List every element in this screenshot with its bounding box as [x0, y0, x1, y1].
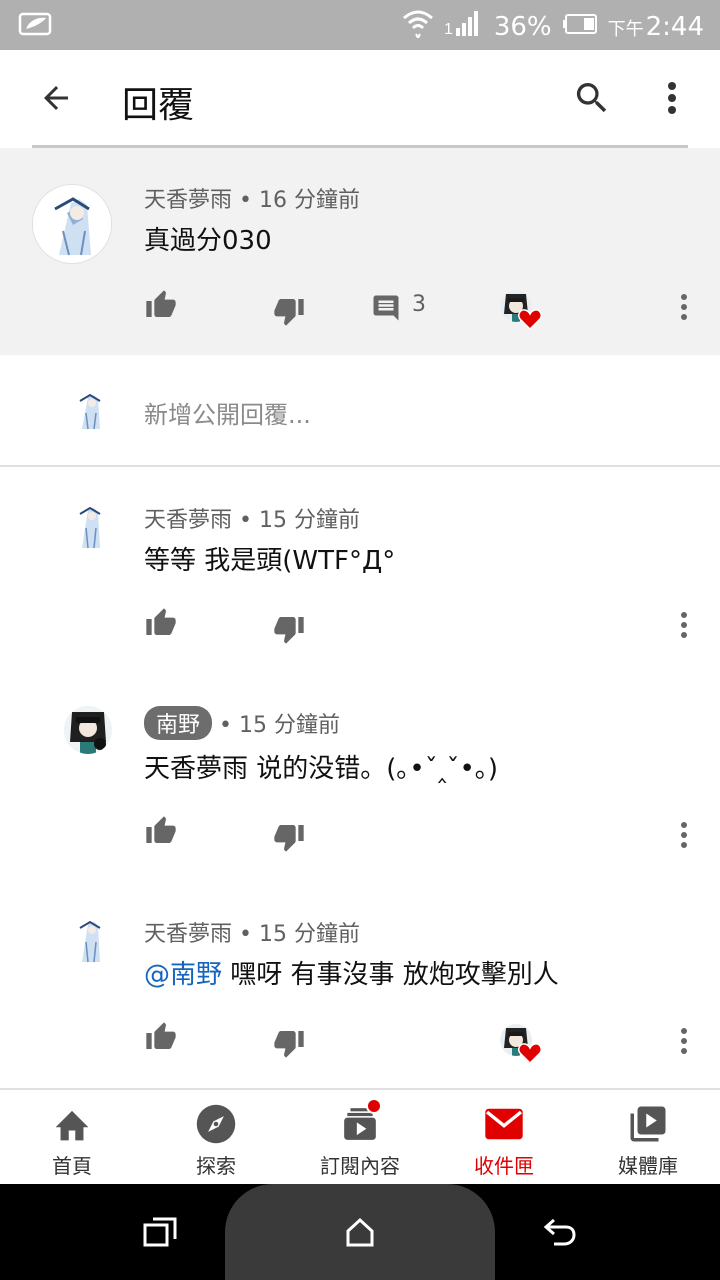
more-options-button[interactable] [648, 72, 696, 124]
recent-apps-icon [143, 1217, 177, 1247]
notification-icon [18, 11, 54, 41]
comment-time: 15 分鐘前 [258, 508, 360, 533]
battery-percent: 36% [493, 11, 552, 42]
explore-icon [191, 1102, 241, 1146]
system-navigation-bar [0, 1184, 720, 1280]
notification-dot [366, 1098, 382, 1114]
wifi-icon [402, 8, 434, 45]
home-icon [47, 1102, 97, 1146]
comment-icon [373, 295, 399, 321]
status-bar: 1 36% 下午2:44 [0, 0, 720, 50]
nav-inbox[interactable]: 收件匣 [432, 1090, 576, 1186]
search-button[interactable] [566, 72, 618, 124]
parent-comment: 天香夢雨 • 16 分鐘前 真過分030 3 [0, 148, 720, 355]
comment-author[interactable]: 天香夢雨 [144, 922, 232, 947]
anime-avatar-icon [79, 920, 101, 963]
heart-icon [518, 308, 542, 330]
more-vert-icon [681, 294, 687, 320]
dislike-button[interactable] [272, 1026, 306, 1060]
reply-input[interactable]: 新增公開回覆... [144, 395, 311, 430]
bottom-navigation: 首頁 探索 訂閱內容 收件匣 媒體庫 [0, 1088, 720, 1184]
dislike-button[interactable] [272, 820, 306, 854]
like-button[interactable] [144, 1020, 178, 1054]
search-icon [576, 83, 607, 113]
like-button[interactable] [144, 288, 178, 322]
comment-menu-button[interactable] [674, 610, 694, 640]
page-title: 回覆 [122, 85, 195, 126]
svg-text:1: 1 [444, 21, 453, 38]
divider [0, 465, 720, 467]
comment-text: 天香夢雨 说的没错。(｡•ˇ‸ˇ•｡) [144, 754, 499, 784]
battery-icon [562, 12, 598, 42]
more-vert-icon [681, 1028, 687, 1054]
avatar[interactable] [70, 914, 110, 966]
more-vert-icon [681, 822, 687, 848]
arrow-back-icon [44, 86, 68, 110]
like-button[interactable] [144, 606, 178, 640]
inbox-icon [479, 1102, 529, 1146]
comment-menu-button[interactable] [674, 820, 694, 850]
library-icon [623, 1102, 673, 1146]
thumb-up-icon [146, 1022, 176, 1049]
anime-avatar-icon [79, 393, 101, 430]
nav-home[interactable]: 首頁 [0, 1090, 144, 1186]
avatar[interactable] [64, 706, 112, 754]
anime-avatar-icon [79, 506, 101, 549]
heart-icon [518, 1042, 542, 1064]
dislike-button[interactable] [272, 294, 306, 328]
nav-library[interactable]: 媒體庫 [576, 1090, 720, 1186]
comment-time: 15 分鐘前 [258, 922, 360, 947]
comment-menu-button[interactable] [674, 1026, 694, 1056]
back-nav-button[interactable] [530, 1204, 590, 1260]
comment-time: 15 分鐘前 [238, 713, 340, 738]
comment-author[interactable]: 天香夢雨 [144, 188, 232, 213]
anime-avatar-icon [33, 185, 111, 263]
nav-explore[interactable]: 探索 [144, 1090, 288, 1186]
like-button[interactable] [144, 814, 178, 848]
clock: 下午2:44 [607, 11, 704, 42]
comment-time: 16 分鐘前 [258, 188, 360, 213]
comment-author-chip[interactable]: 南野 [144, 706, 213, 740]
recent-apps-button[interactable] [130, 1204, 190, 1260]
comment-author[interactable]: 天香夢雨 [144, 508, 232, 533]
thumb-up-icon [146, 608, 176, 635]
comment-text: 嘿呀 有事沒事 放炮攻擊別人 [230, 960, 559, 990]
more-vert-icon [668, 82, 676, 114]
thumb-down-icon [274, 617, 304, 644]
my-avatar [70, 389, 110, 433]
cell-signal-icon: 1 [444, 8, 484, 45]
back-button[interactable] [28, 70, 84, 126]
app-bar: 回覆 [0, 50, 720, 146]
thumb-up-icon [146, 290, 176, 317]
comment-text: 等等 我是頭(WTF°Д° [144, 546, 396, 576]
thumb-down-icon [274, 825, 304, 852]
avatar[interactable] [32, 184, 112, 264]
replies-button[interactable] [370, 292, 402, 324]
comment-menu-button[interactable] [674, 292, 694, 322]
thumb-up-icon [146, 816, 176, 843]
home-button[interactable] [330, 1204, 390, 1260]
mention-link[interactable]: @南野 [144, 960, 222, 990]
thumb-down-icon [274, 299, 304, 326]
more-vert-icon [681, 612, 687, 638]
nav-subscriptions[interactable]: 訂閱內容 [288, 1090, 432, 1186]
reply-input-row: 新增公開回覆... [0, 355, 720, 467]
back-arrow-icon [543, 1218, 576, 1246]
home-outline-icon [346, 1217, 374, 1247]
thumb-down-icon [274, 1031, 304, 1058]
reply-count: 3 [412, 292, 426, 317]
dislike-button[interactable] [272, 612, 306, 646]
anime-avatar-icon [64, 706, 112, 754]
avatar[interactable] [70, 500, 110, 552]
comment-text: 真過分030 [144, 226, 272, 256]
